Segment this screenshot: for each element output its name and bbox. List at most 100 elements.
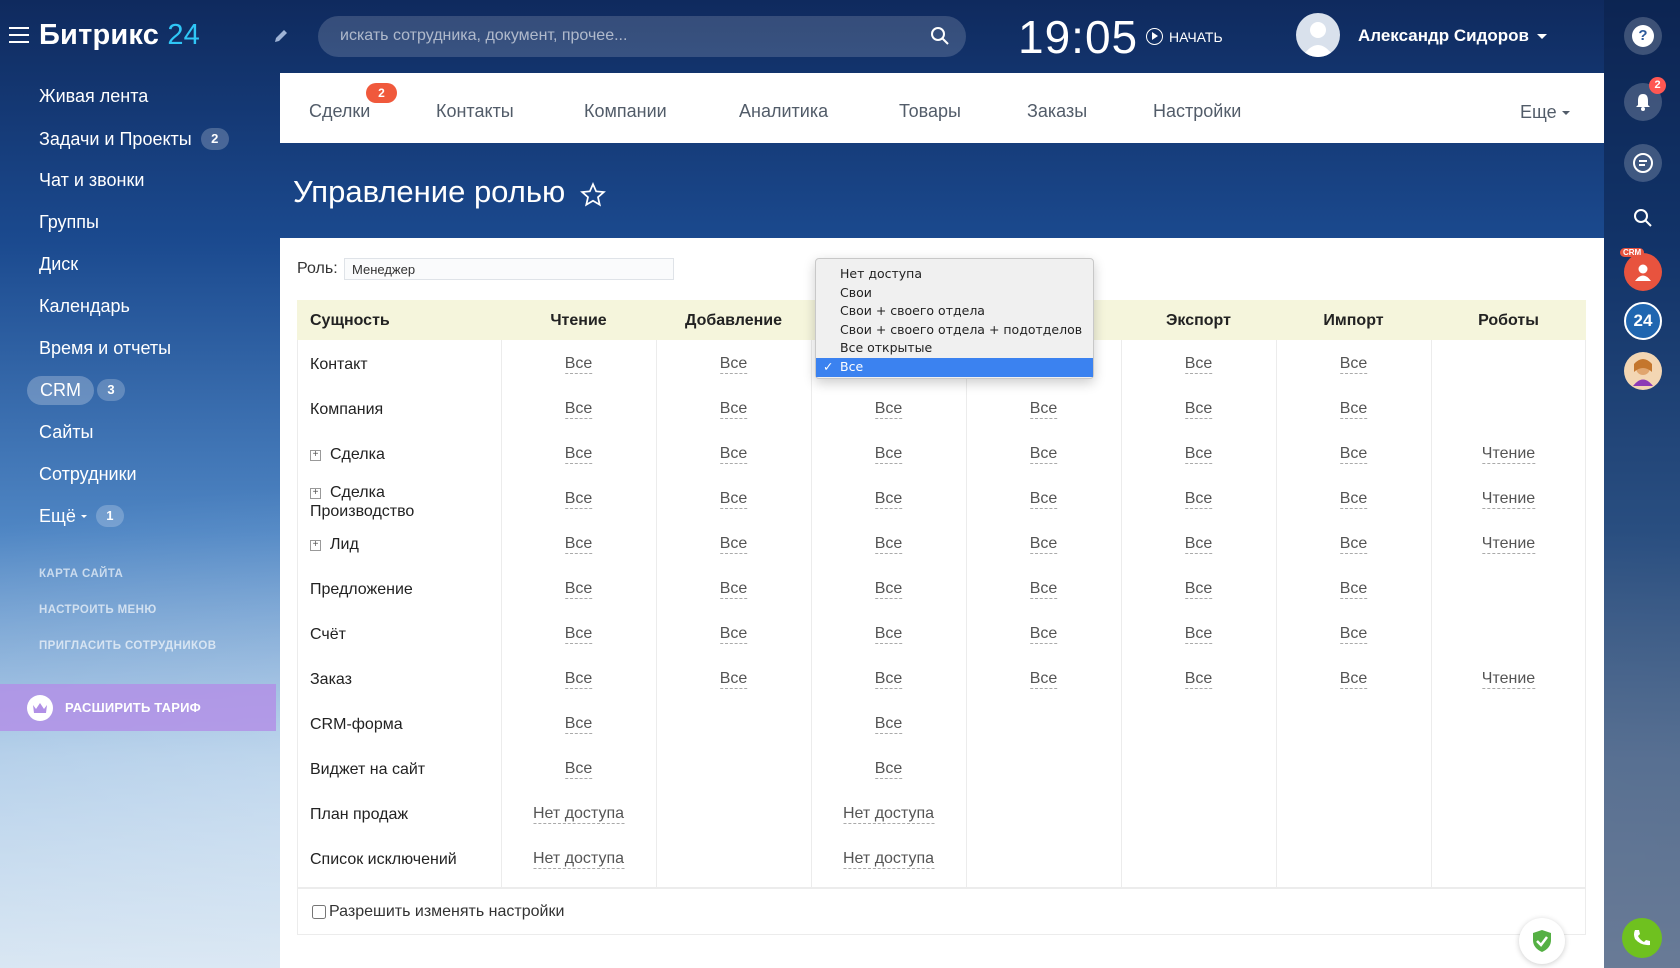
search-input[interactable] bbox=[340, 27, 920, 45]
contact-avatar[interactable] bbox=[1624, 352, 1662, 390]
permission-value[interactable]: Все bbox=[874, 670, 903, 689]
permission-value[interactable]: Все bbox=[1339, 445, 1368, 464]
permission-value[interactable]: Все bbox=[1184, 490, 1213, 509]
permission-value[interactable]: Все bbox=[1184, 625, 1213, 644]
permission-value[interactable]: Все bbox=[564, 490, 593, 509]
permission-value[interactable]: Все bbox=[874, 445, 903, 464]
permission-value[interactable]: Чтение bbox=[1481, 535, 1536, 554]
permission-value[interactable]: Все bbox=[719, 355, 748, 374]
permission-value[interactable]: Чтение bbox=[1481, 490, 1536, 509]
rail-search-button[interactable] bbox=[1624, 199, 1662, 237]
expand-icon[interactable]: + bbox=[310, 540, 321, 551]
permission-value[interactable]: Все bbox=[564, 580, 593, 599]
pencil-icon[interactable] bbox=[274, 28, 288, 48]
permission-value[interactable]: Нет доступа bbox=[843, 805, 934, 824]
star-icon[interactable] bbox=[580, 182, 606, 213]
dropdown-option[interactable]: Нет доступа bbox=[816, 265, 1093, 284]
sidebar-item-feed[interactable]: Живая лента bbox=[39, 86, 148, 107]
permission-value[interactable]: Все bbox=[1339, 535, 1368, 554]
permission-value[interactable]: Все bbox=[564, 625, 593, 644]
permission-value[interactable]: Все bbox=[719, 400, 748, 419]
tabs-more-button[interactable]: Еще bbox=[1520, 102, 1570, 123]
sidebar-item-calendar[interactable]: Календарь bbox=[39, 296, 130, 317]
notifications-button[interactable]: 2 bbox=[1624, 77, 1666, 121]
permission-value[interactable]: Все bbox=[1339, 355, 1368, 374]
permission-value[interactable]: Все bbox=[1339, 670, 1368, 689]
expand-icon[interactable]: + bbox=[310, 488, 321, 499]
permission-value[interactable]: Все bbox=[874, 760, 903, 779]
dropdown-option[interactable]: Все открытые bbox=[816, 339, 1093, 358]
row-entity-name[interactable]: + Лид bbox=[310, 535, 359, 554]
permission-value[interactable]: Все bbox=[874, 625, 903, 644]
sitemap-link[interactable]: КАРТА САЙТА bbox=[39, 568, 123, 580]
permission-value[interactable]: Все bbox=[1184, 400, 1213, 419]
permission-value[interactable]: Нет доступа bbox=[533, 805, 624, 824]
permission-value[interactable]: Все bbox=[1029, 400, 1058, 419]
permission-value[interactable]: Все bbox=[1184, 670, 1213, 689]
tab-analytics[interactable]: Аналитика bbox=[739, 101, 828, 122]
permission-value[interactable]: Все bbox=[1339, 625, 1368, 644]
permission-value[interactable]: Все bbox=[1184, 445, 1213, 464]
permission-value[interactable]: Все bbox=[1029, 580, 1058, 599]
sidebar-item-tasks[interactable]: Задачи и Проекты 2 bbox=[39, 128, 229, 150]
permission-value[interactable]: Все bbox=[874, 580, 903, 599]
dropdown-option[interactable]: Свои bbox=[816, 284, 1093, 303]
permission-value[interactable]: Все bbox=[564, 760, 593, 779]
permission-value[interactable]: Все bbox=[1029, 625, 1058, 644]
permission-value[interactable]: Чтение bbox=[1481, 670, 1536, 689]
help-button[interactable]: ? bbox=[1624, 17, 1662, 55]
dropdown-option[interactable]: Свои + своего отдела bbox=[816, 302, 1093, 321]
permission-value[interactable]: Все bbox=[874, 490, 903, 509]
user-menu[interactable]: Александр Сидоров bbox=[1358, 26, 1547, 46]
permission-value[interactable]: Все bbox=[564, 445, 593, 464]
permission-value[interactable]: Все bbox=[1184, 535, 1213, 554]
start-workday-button[interactable]: НАЧАТЬ bbox=[1146, 28, 1223, 45]
configure-menu-link[interactable]: НАСТРОИТЬ МЕНЮ bbox=[39, 604, 157, 616]
permission-value[interactable]: Все bbox=[1184, 355, 1213, 374]
allow-settings-checkbox[interactable] bbox=[312, 905, 326, 919]
permission-value[interactable]: Все bbox=[564, 400, 593, 419]
tab-deals[interactable]: Сделки bbox=[309, 101, 370, 122]
allow-settings-option[interactable]: Разрешить изменять настройки bbox=[312, 903, 564, 921]
permission-value[interactable]: Все bbox=[719, 535, 748, 554]
search-icon[interactable] bbox=[930, 26, 950, 51]
permission-value[interactable]: Все bbox=[719, 445, 748, 464]
sidebar-item-employees[interactable]: Сотрудники bbox=[39, 464, 137, 485]
permission-value[interactable]: Все bbox=[564, 355, 593, 374]
permission-value[interactable]: Все bbox=[719, 490, 748, 509]
permission-value[interactable]: Все bbox=[1029, 670, 1058, 689]
permission-value[interactable]: Чтение bbox=[1481, 445, 1536, 464]
row-entity-name[interactable]: + Сделка bbox=[310, 445, 385, 464]
permission-value[interactable]: Все bbox=[719, 625, 748, 644]
expand-icon[interactable]: + bbox=[310, 450, 321, 461]
permission-value[interactable]: Все bbox=[1184, 580, 1213, 599]
b24-button[interactable]: 24 bbox=[1624, 302, 1662, 340]
permission-value[interactable]: Все bbox=[564, 535, 593, 554]
permission-value[interactable]: Все bbox=[1339, 400, 1368, 419]
permission-value[interactable]: Все bbox=[1339, 490, 1368, 509]
permission-value[interactable]: Все bbox=[564, 670, 593, 689]
tab-companies[interactable]: Компании bbox=[584, 101, 667, 122]
security-shield-button[interactable] bbox=[1519, 918, 1565, 964]
phone-button[interactable] bbox=[1622, 918, 1662, 958]
tab-products[interactable]: Товары bbox=[899, 101, 961, 122]
sidebar-item-crm[interactable]: CRM bbox=[27, 376, 94, 405]
permission-value[interactable]: Все bbox=[719, 580, 748, 599]
tab-contacts[interactable]: Контакты bbox=[436, 101, 514, 122]
messenger-button[interactable] bbox=[1624, 144, 1662, 182]
permission-value[interactable]: Все bbox=[1029, 490, 1058, 509]
permission-value[interactable]: Все bbox=[874, 715, 903, 734]
sidebar-item-time[interactable]: Время и отчеты bbox=[39, 338, 171, 359]
permission-value[interactable]: Все bbox=[564, 715, 593, 734]
permission-value[interactable]: Все bbox=[874, 535, 903, 554]
user-avatar[interactable] bbox=[1296, 13, 1340, 57]
sidebar-item-sites[interactable]: Сайты bbox=[39, 422, 93, 443]
upgrade-plan-button[interactable]: РАСШИРИТЬ ТАРИФ bbox=[0, 684, 276, 731]
permission-value[interactable]: Все bbox=[1339, 580, 1368, 599]
permission-value[interactable]: Нет доступа bbox=[843, 850, 934, 869]
invite-employees-link[interactable]: ПРИГЛАСИТЬ СОТРУДНИКОВ bbox=[39, 640, 217, 652]
sidebar-item-groups[interactable]: Группы bbox=[39, 212, 99, 233]
permission-value[interactable]: Все bbox=[874, 400, 903, 419]
permission-value[interactable]: Нет доступа bbox=[533, 850, 624, 869]
menu-icon[interactable] bbox=[9, 27, 29, 43]
